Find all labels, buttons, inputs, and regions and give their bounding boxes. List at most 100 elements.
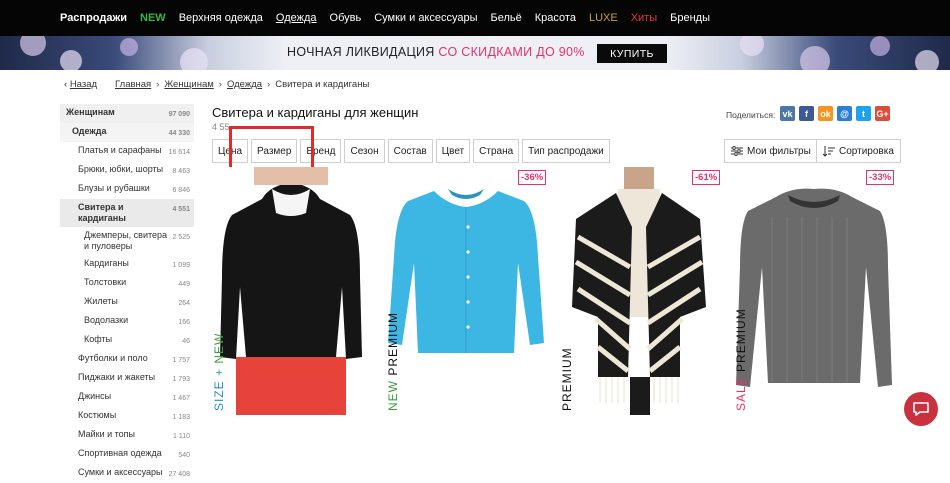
sidebar-item[interactable]: Свитера и кардиганы 4 551 (60, 199, 194, 227)
nav-item[interactable]: Обувь (330, 12, 362, 24)
filter-button[interactable]: Тип распродажи (522, 139, 610, 163)
chat-button[interactable] (904, 392, 938, 426)
sidebar-item[interactable]: Джемперы, свитера и пуловеры 2 525 (60, 227, 194, 255)
decor-flower (740, 36, 764, 56)
sidebar-item-label: Майки и топы (78, 429, 135, 439)
sidebar-item[interactable]: Костюмы 1 183 (60, 407, 194, 426)
product-card[interactable]: -36% NEW PREMIUM (384, 167, 547, 415)
chevron-right-icon: › (267, 79, 271, 90)
sidebar-item-count: 44 330 (168, 130, 190, 137)
moimir-icon[interactable]: @ (837, 106, 852, 121)
odnoklassniki-icon[interactable]: ok (818, 106, 833, 121)
sidebar-item-label: Блузы и рубашки (78, 183, 150, 193)
promo-banner[interactable]: НОЧНАЯ ЛИКВИДАЦИЯ СО СКИДКАМИ ДО 90% КУП… (0, 36, 950, 70)
sidebar-item-count: 1 793 (172, 376, 190, 383)
sidebar-item-count: 264 (178, 300, 190, 307)
discount-badge: -61% (692, 170, 720, 185)
sidebar-item[interactable]: Одежда 44 330 (60, 123, 194, 142)
breadcrumb-item[interactable]: Главная (115, 79, 151, 90)
category-sidebar: Женщинам 97 090 Одежда 44 330 Платья и сараф… (60, 104, 194, 483)
nav-item[interactable]: Красота (535, 12, 576, 24)
sidebar-item[interactable]: Блузы и рубашки 6 846 (60, 180, 194, 199)
nav-item[interactable]: Верхняя одежда (179, 12, 263, 24)
my-filters-button[interactable]: Мои фильтры (724, 139, 818, 163)
page-title: Свитера и кардиганы для женщин (212, 105, 419, 120)
nav-item[interactable]: NEW (140, 12, 166, 24)
sidebar-item[interactable]: Джинсы 1 467 (60, 388, 194, 407)
decor-flower (870, 36, 890, 56)
my-filters-label: Мои фильтры (747, 145, 811, 157)
banner-buy-button[interactable]: КУПИТЬ (597, 44, 667, 63)
tag-sale: SALE (734, 371, 748, 411)
sidebar-item-count: 97 090 (168, 111, 190, 118)
nav-item[interactable]: Бренды (670, 12, 710, 24)
top-nav: Распродажи NEW Верхняя одежда Одежда Обувь Су… (0, 0, 950, 36)
chevron-right-icon: › (156, 79, 160, 90)
sidebar-item-label: Футболки и поло (78, 353, 148, 363)
nav-item[interactable]: Сумки и аксессуары (374, 12, 477, 24)
twitter-icon[interactable]: t (856, 106, 871, 121)
breadcrumb-item[interactable]: Женщинам (164, 79, 213, 90)
sidebar-item-count: 6 846 (172, 187, 190, 194)
facebook-icon[interactable]: f (799, 106, 814, 121)
product-card[interactable]: -61% PREMIUM (558, 167, 720, 415)
banner-text-main: НОЧНАЯ ЛИКВИДАЦИЯ (287, 45, 439, 59)
sidebar-item-label: Спортивная одежда (78, 448, 162, 458)
sidebar-item[interactable]: Кофты 46 (60, 331, 194, 350)
decor-flower (800, 46, 830, 70)
filter-button[interactable]: Состав (387, 139, 433, 163)
sidebar-item[interactable]: Женщинам 97 090 (60, 104, 194, 123)
product-tags: SIZE + NEW (212, 333, 226, 411)
sort-button[interactable]: Сортировка (816, 139, 901, 163)
sidebar-item-label: Кофты (84, 334, 113, 344)
sidebar-item[interactable]: Жилеты 264 (60, 293, 194, 312)
sidebar-item-count: 2 525 (172, 234, 190, 241)
breadcrumb: ‹ Назад Главная › Женщинам › Одежда › Св… (64, 79, 369, 90)
sidebar-item-count: 16 614 (168, 149, 190, 156)
filter-button[interactable]: Цвет (435, 139, 471, 163)
breadcrumb-item[interactable]: Одежда (227, 79, 262, 90)
sliders-icon (731, 146, 743, 156)
product-card[interactable]: SIZE + NEW (210, 167, 372, 415)
tag-premium: PREMIUM (386, 311, 400, 376)
sidebar-item[interactable]: Сумки и аксессуары 27 408 (60, 464, 194, 483)
product-tags: NEW PREMIUM (386, 312, 400, 411)
sidebar-item-count: 540 (178, 452, 190, 459)
sidebar-item-count: 1 467 (172, 395, 190, 402)
banner-text-accent: СО СКИДКАМИ ДО 90% (438, 45, 585, 59)
nav-item[interactable]: Одежда (276, 12, 317, 24)
nav-item[interactable]: Бельё (491, 12, 522, 24)
sidebar-item[interactable]: Спортивная одежда 540 (60, 445, 194, 464)
sort-label: Сортировка (839, 145, 894, 157)
vk-icon[interactable]: vk (780, 106, 795, 121)
sidebar-item-count: 166 (178, 319, 190, 326)
decor-flower (60, 50, 82, 70)
sidebar-item[interactable]: Водолазки 166 (60, 312, 194, 331)
sidebar-item-label: Брюки, юбки, шорты (78, 164, 164, 174)
nav-item[interactable]: Распродажи (60, 12, 127, 24)
product-tags: SALE PREMIUM (734, 308, 748, 411)
back-link[interactable]: ‹ Назад (64, 79, 97, 90)
banner-text: НОЧНАЯ ЛИКВИДАЦИЯ СО СКИДКАМИ ДО 90% (287, 45, 585, 59)
sidebar-item[interactable]: Платья и сарафаны 16 614 (60, 142, 194, 161)
nav-item[interactable]: LUXE (589, 12, 618, 24)
sidebar-item[interactable]: Толстовки 449 (60, 274, 194, 293)
chat-icon (913, 402, 929, 416)
sidebar-item-count: 449 (178, 281, 190, 288)
product-card[interactable]: -33% SALE PREMIUM (732, 167, 895, 415)
sidebar-item[interactable]: Кардиганы 1 099 (60, 255, 194, 274)
nav-item[interactable]: Хиты (631, 12, 657, 24)
sidebar-item[interactable]: Майки и топы 1 110 (60, 426, 194, 445)
filter-button[interactable]: Страна (473, 139, 520, 163)
filter-button[interactable]: Сезон (344, 139, 385, 163)
sidebar-item[interactable]: Футболки и поло 1 757 (60, 350, 194, 369)
decor-flower (20, 36, 46, 56)
sidebar-item[interactable]: Пиджаки и жакеты 1 793 (60, 369, 194, 388)
sidebar-item-label: Женщинам (66, 107, 115, 117)
decor-flower (180, 48, 208, 70)
sidebar-item-label: Джемперы, свитера и пуловеры (84, 230, 168, 251)
tag-new: NEW (386, 375, 400, 411)
sidebar-item[interactable]: Брюки, юбки, шорты 8 463 (60, 161, 194, 180)
share-label: Поделиться: (726, 110, 776, 120)
googleplus-icon[interactable]: G+ (875, 106, 890, 121)
